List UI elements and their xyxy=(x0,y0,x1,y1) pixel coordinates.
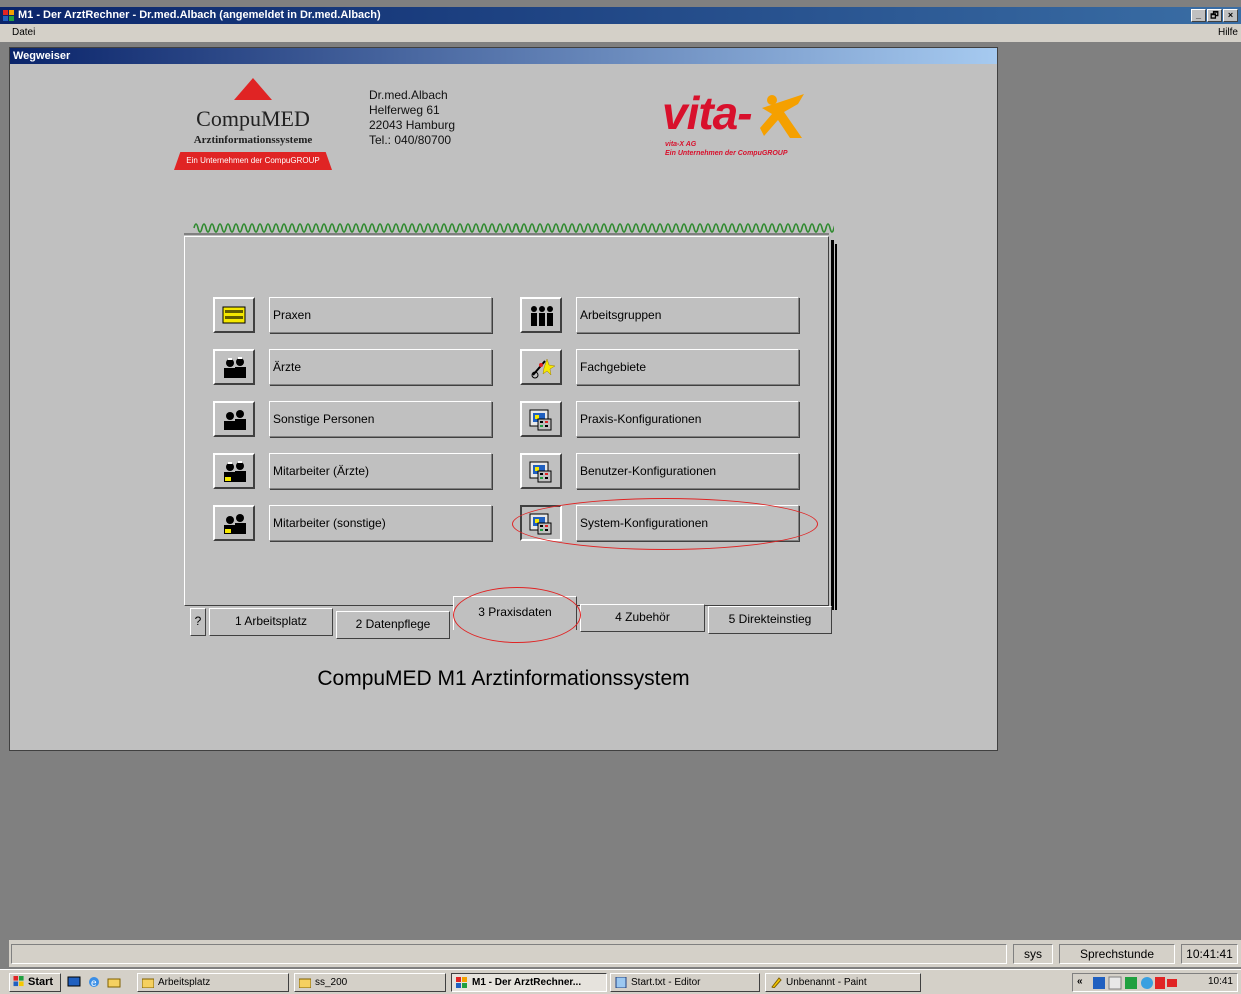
taskbar-item-m1[interactable]: M1 - Der ArztRechner... xyxy=(451,973,607,992)
vita-word: vita- xyxy=(662,87,753,139)
address-line: Tel.: 040/80700 xyxy=(369,133,452,147)
groups-icon xyxy=(531,306,553,326)
address-line: 22043 Hamburg xyxy=(369,118,456,132)
mitarbeiter-sonstige-icon-button[interactable] xyxy=(213,505,255,541)
taskbar-item-ss200[interactable]: ss_200 xyxy=(294,973,446,992)
praxis-konfigurationen-button[interactable]: Praxis-Konfigurationen xyxy=(576,401,799,437)
tray-clock[interactable]: 10:41 xyxy=(1208,976,1233,987)
sonstige-personen-button[interactable]: Sonstige Personen xyxy=(269,401,492,437)
notepad-icon xyxy=(615,977,627,988)
product-caption: CompuMED M1 Arztinformationssystem xyxy=(317,667,690,690)
svg-text:e: e xyxy=(91,978,97,989)
folder-icon xyxy=(142,978,154,988)
staff-doctors-icon xyxy=(224,461,246,482)
highlight-ellipse xyxy=(453,587,581,643)
status-user: sys xyxy=(1013,944,1053,964)
praxis-konfigurationen-icon-button[interactable] xyxy=(520,401,562,437)
folder-icon[interactable] xyxy=(107,975,121,989)
status-mode: Sprechstunde xyxy=(1059,944,1175,964)
desktop-icon[interactable] xyxy=(67,975,81,989)
tab-direkteinstieg[interactable]: 5 Direkteinstieg xyxy=(708,606,832,634)
compumed-triangle-icon xyxy=(234,78,272,100)
tab-datenpflege[interactable]: 2 Datenpflege xyxy=(336,611,450,639)
doctors-icon xyxy=(224,357,246,378)
taskbar-item-label: ss_200 xyxy=(315,977,348,988)
compumed-band: Ein Unternehmen der CompuGROUP xyxy=(174,152,332,170)
minimize-button[interactable]: _ xyxy=(1191,9,1206,22)
fachgebiete-icon-button[interactable] xyxy=(520,349,562,385)
sonstige-personen-icon-button[interactable] xyxy=(213,401,255,437)
taskbar-item-editor[interactable]: Start.txt - Editor xyxy=(610,973,760,992)
start-label: Start xyxy=(28,976,54,988)
restore-button[interactable]: 🗗 xyxy=(1207,9,1222,22)
compumed-logo: CompuMED Arztinformationssysteme Ein Unt… xyxy=(174,78,332,174)
vita-x-logo: vita- vita-X AG Ein Unternehmen der Comp… xyxy=(662,88,822,168)
benutzer-konfigurationen-button[interactable]: Benutzer-Konfigurationen xyxy=(576,453,799,489)
wegweiser-title[interactable]: Wegweiser xyxy=(10,48,997,64)
compumed-name: CompuMED xyxy=(196,106,310,131)
address-line: Dr.med.Albach xyxy=(369,88,448,102)
config-icon xyxy=(529,461,552,483)
vita-x-figure-icon xyxy=(760,94,804,138)
start-button[interactable]: Start xyxy=(9,973,61,992)
taskbar-item-label: Arbeitsplatz xyxy=(158,977,211,988)
highlight-ellipse xyxy=(512,498,818,550)
mitarbeiter-aerzte-button[interactable]: Mitarbeiter (Ärzte) xyxy=(269,453,492,489)
aerzte-icon-button[interactable] xyxy=(213,349,255,385)
taskbar-item-label: Start.txt - Editor xyxy=(631,977,701,988)
notebook-page-edge xyxy=(835,244,837,610)
tray-icons[interactable] xyxy=(1093,976,1177,990)
fachgebiete-button[interactable]: Fachgebiete xyxy=(576,349,799,385)
app-title-bar[interactable]: M1 - Der ArztRechner - Dr.med.Albach (an… xyxy=(0,7,1241,24)
praxis-icon xyxy=(222,306,246,324)
practice-address: Dr.med.Albach Helferweg 61 22043 Hamburg… xyxy=(369,88,455,148)
aerzte-button[interactable]: Ärzte xyxy=(269,349,492,385)
praxen-icon-button[interactable] xyxy=(213,297,255,333)
config-icon xyxy=(529,409,552,431)
persons-icon xyxy=(224,410,246,430)
wegweiser-window: Wegweiser CompuMED Arztinformationssyste… xyxy=(9,47,998,751)
internet-explorer-icon[interactable]: e xyxy=(87,975,101,989)
taskbar-item-label: M1 - Der ArztRechner... xyxy=(472,977,582,988)
tab-help[interactable]: ? xyxy=(190,608,206,636)
address-line: Helferweg 61 xyxy=(369,103,440,117)
taskbar-item-arbeitsplatz[interactable]: Arbeitsplatz xyxy=(137,973,289,992)
menu-hilfe[interactable]: Hilfe xyxy=(1218,27,1238,38)
arbeitsgruppen-icon-button[interactable] xyxy=(520,297,562,333)
mitarbeiter-sonstige-button[interactable]: Mitarbeiter (sonstige) xyxy=(269,505,492,541)
close-button[interactable]: × xyxy=(1223,9,1238,22)
status-time: 10:41:41 xyxy=(1181,944,1238,964)
arbeitsgruppen-button[interactable]: Arbeitsgruppen xyxy=(576,297,799,333)
system-tray: « 10:41 xyxy=(1072,973,1238,992)
benutzer-konfigurationen-icon-button[interactable] xyxy=(520,453,562,489)
compumed-subtitle: Arztinformationssysteme xyxy=(193,134,313,146)
paint-icon xyxy=(771,977,782,988)
vita-subtitle: Ein Unternehmen der CompuGROUP xyxy=(665,150,788,157)
staff-other-icon xyxy=(224,514,246,534)
tray-expand-icon[interactable]: « xyxy=(1077,976,1083,987)
mitarbeiter-aerzte-icon-button[interactable] xyxy=(213,453,255,489)
status-bar: sys Sprechstunde 10:41:41 xyxy=(9,940,1241,967)
tab-arbeitsplatz[interactable]: 1 Arbeitsplatz xyxy=(209,608,333,636)
praxen-button[interactable]: Praxen xyxy=(269,297,492,333)
menu-bar: Datei Hilfe xyxy=(0,24,1241,42)
menu-datei[interactable]: Datei xyxy=(12,27,35,38)
app-title: M1 - Der ArztRechner - Dr.med.Albach (an… xyxy=(18,9,381,21)
app-icon xyxy=(456,977,467,988)
tab-zubehoer[interactable]: 4 Zubehör xyxy=(580,604,705,632)
notebook-spiral-icon xyxy=(184,223,834,235)
windows-logo-icon xyxy=(13,976,24,987)
app-icon xyxy=(3,10,14,21)
taskbar: Start e Arbeitsplatz ss_200 M1 - Der Arz… xyxy=(0,969,1241,994)
notebook-page-edge xyxy=(831,240,834,610)
taskbar-item-paint[interactable]: Unbenannt - Paint xyxy=(765,973,921,992)
status-message xyxy=(11,944,1007,964)
folder-icon xyxy=(299,978,311,988)
taskbar-item-label: Unbenannt - Paint xyxy=(786,977,867,988)
vita-ag: vita-X AG xyxy=(665,141,697,148)
specialties-icon xyxy=(531,358,555,379)
